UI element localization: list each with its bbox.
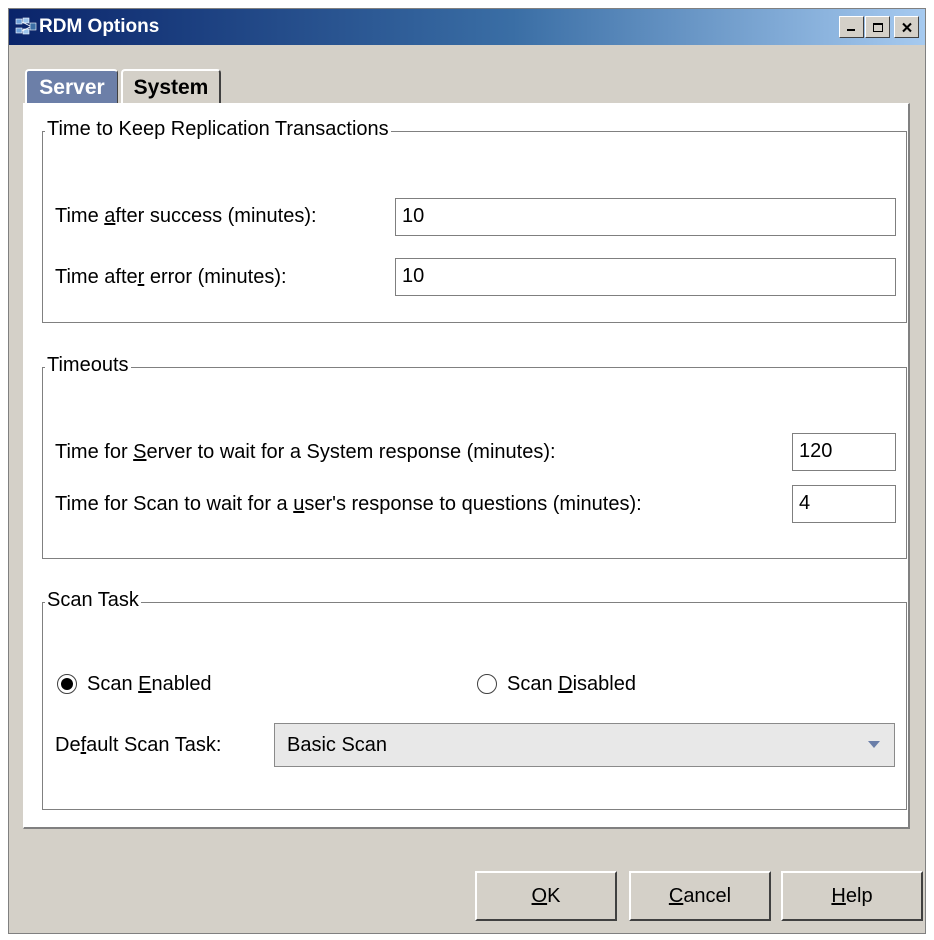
ok-button[interactable]: OK [475, 871, 617, 921]
success-time-input[interactable]: 10 [395, 198, 896, 236]
title-bar[interactable]: RDM Options [9, 9, 925, 45]
success-time-label: Time after success (minutes): [55, 205, 317, 227]
timeouts-group: Timeouts Time for Server to wait for a S… [42, 354, 907, 559]
maximize-icon [872, 22, 883, 32]
close-icon [901, 22, 912, 32]
default-scan-task-select[interactable]: Basic Scan [274, 723, 895, 767]
server-wait-label: Time for Server to wait for a System res… [55, 441, 556, 463]
cancel-button[interactable]: Cancel [629, 871, 771, 921]
scan-wait-input[interactable]: 4 [792, 485, 896, 523]
maximize-button[interactable] [865, 16, 890, 38]
rdm-options-window: RDM Options Server System Time to Keep R… [8, 8, 926, 934]
window-title: RDM Options [39, 16, 160, 37]
server-tab-panel: Time to Keep Replication Transactions Ti… [23, 103, 910, 829]
scan-enabled-label[interactable]: Scan Enabled [87, 673, 212, 696]
scan-wait-label: Time for Scan to wait for a user's respo… [55, 493, 642, 515]
scan-task-group: Scan Task Scan Enabled Scan Disabled Def… [42, 589, 907, 810]
minimize-button[interactable] [839, 16, 864, 38]
help-button[interactable]: Help [781, 871, 923, 921]
tab-system-label: System [133, 76, 209, 99]
chevron-down-icon[interactable] [868, 741, 880, 748]
close-button[interactable] [894, 16, 919, 38]
scan-disabled-radio[interactable] [477, 674, 497, 694]
scan-enabled-radio[interactable] [57, 674, 77, 694]
timeouts-group-title: Timeouts [45, 354, 131, 377]
default-scan-task-label: Default Scan Task: [55, 734, 222, 756]
minimize-icon [846, 29, 855, 31]
tab-server-label: Server [39, 76, 105, 99]
tab-system[interactable]: System [121, 69, 221, 105]
network-app-icon [15, 17, 37, 35]
error-time-input[interactable]: 10 [395, 258, 896, 296]
scan-disabled-label[interactable]: Scan Disabled [507, 673, 636, 696]
scan-task-group-title: Scan Task [45, 589, 141, 612]
server-wait-input[interactable]: 120 [792, 433, 896, 471]
replication-group-title: Time to Keep Replication Transactions [45, 118, 391, 141]
error-time-label: Time after error (minutes): [55, 266, 287, 288]
tab-server[interactable]: Server [25, 69, 118, 105]
replication-group: Time to Keep Replication Transactions Ti… [42, 118, 907, 323]
